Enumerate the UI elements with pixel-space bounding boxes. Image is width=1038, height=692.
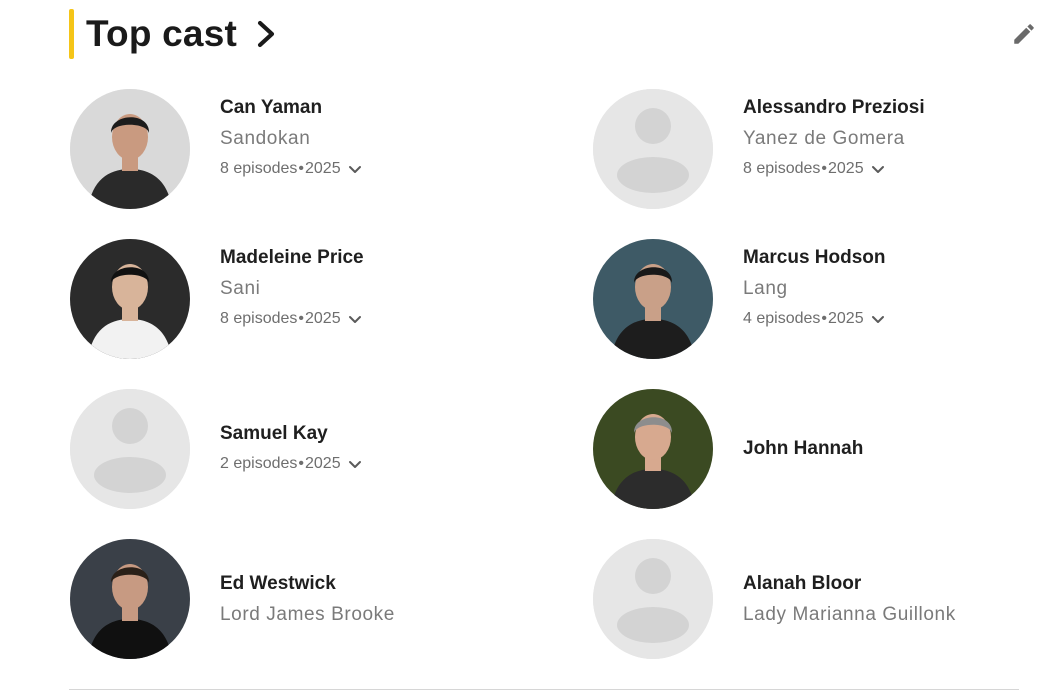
episodes-toggle[interactable]: 8 episodes • 2025 — [743, 158, 1038, 180]
episode-year: 2025 — [828, 160, 864, 177]
accent-bar — [69, 9, 74, 59]
cast-info: Samuel Kay 2 episodes • 2025 — [220, 422, 540, 475]
avatar-placeholder[interactable] — [593, 539, 713, 659]
avatar[interactable] — [593, 239, 713, 359]
cast-info: Alessandro Preziosi Yanez de Gomera 8 epis… — [743, 96, 1038, 180]
episode-count: 4 episodes — [743, 310, 821, 327]
cast-info: Madeleine Price Sani 8 episodes • 2025 — [220, 246, 540, 330]
character-name[interactable]: Lord James Brooke — [220, 603, 540, 627]
episode-year: 2025 — [305, 160, 341, 177]
cast-item: Marcus Hodson Lang 4 episodes • 2025 — [593, 239, 1038, 359]
chevron-down-icon[interactable] — [347, 161, 363, 177]
episode-count: 8 episodes — [220, 160, 298, 177]
avatar-placeholder[interactable] — [593, 89, 713, 209]
divider — [69, 689, 1019, 690]
separator-dot: • — [298, 310, 304, 327]
cast-item: Alanah Bloor Lady Marianna Guillonk — [593, 539, 1038, 659]
actor-name[interactable]: John Hannah — [743, 437, 1038, 461]
separator-dot: • — [821, 160, 827, 177]
actor-name[interactable]: Can Yaman — [220, 96, 540, 120]
episodes-toggle[interactable]: 8 episodes • 2025 — [220, 158, 540, 180]
section-title[interactable]: Top cast — [86, 13, 237, 55]
episode-year: 2025 — [828, 310, 864, 327]
separator-dot: • — [298, 160, 304, 177]
episode-count: 2 episodes — [220, 455, 298, 472]
avatar-placeholder[interactable] — [70, 389, 190, 509]
episodes-toggle[interactable]: 8 episodes • 2025 — [220, 308, 540, 330]
character-name[interactable]: Lady Marianna Guillonk — [743, 603, 1038, 627]
chevron-right-icon[interactable] — [255, 18, 279, 50]
pencil-icon[interactable] — [1011, 21, 1037, 47]
episode-year: 2025 — [305, 455, 341, 472]
cast-item: John Hannah — [593, 389, 1038, 509]
actor-name[interactable]: Samuel Kay — [220, 422, 540, 446]
chevron-down-icon[interactable] — [347, 456, 363, 472]
cast-info: Ed Westwick Lord James Brooke — [220, 572, 540, 627]
cast-item: Can Yaman Sandokan 8 episodes • 2025 — [70, 89, 540, 209]
cast-list: Can Yaman Sandokan 8 episodes • 2025 Alessa… — [70, 89, 1038, 669]
episode-year: 2025 — [305, 310, 341, 327]
cast-item: Madeleine Price Sani 8 episodes • 2025 — [70, 239, 540, 359]
cast-item: Alessandro Preziosi Yanez de Gomera 8 epis… — [593, 89, 1038, 209]
chevron-down-icon[interactable] — [870, 161, 886, 177]
episodes-toggle[interactable]: 2 episodes • 2025 — [220, 453, 540, 475]
actor-name[interactable]: Ed Westwick — [220, 572, 540, 596]
character-name[interactable]: Sandokan — [220, 127, 540, 151]
cast-item: Samuel Kay 2 episodes • 2025 — [70, 389, 540, 509]
avatar[interactable] — [70, 89, 190, 209]
avatar[interactable] — [70, 539, 190, 659]
chevron-down-icon[interactable] — [870, 311, 886, 327]
avatar[interactable] — [593, 389, 713, 509]
episode-count: 8 episodes — [220, 310, 298, 327]
character-name[interactable]: Yanez de Gomera — [743, 127, 1038, 151]
episode-count: 8 episodes — [743, 160, 821, 177]
cast-info: Marcus Hodson Lang 4 episodes • 2025 — [743, 246, 1038, 330]
actor-name[interactable]: Marcus Hodson — [743, 246, 1038, 270]
character-name[interactable]: Sani — [220, 277, 540, 301]
actor-name[interactable]: Alanah Bloor — [743, 572, 1038, 596]
cast-info: John Hannah — [743, 437, 1038, 461]
cast-info: Alanah Bloor Lady Marianna Guillonk — [743, 572, 1038, 627]
separator-dot: • — [298, 455, 304, 472]
cast-item: Ed Westwick Lord James Brooke — [70, 539, 540, 659]
chevron-down-icon[interactable] — [347, 311, 363, 327]
episodes-toggle[interactable]: 4 episodes • 2025 — [743, 308, 1038, 330]
cast-info: Can Yaman Sandokan 8 episodes • 2025 — [220, 96, 540, 180]
actor-name[interactable]: Alessandro Preziosi — [743, 96, 1038, 120]
section-header: Top cast — [69, 9, 279, 59]
separator-dot: • — [821, 310, 827, 327]
avatar[interactable] — [70, 239, 190, 359]
actor-name[interactable]: Madeleine Price — [220, 246, 540, 270]
character-name[interactable]: Lang — [743, 277, 1038, 301]
